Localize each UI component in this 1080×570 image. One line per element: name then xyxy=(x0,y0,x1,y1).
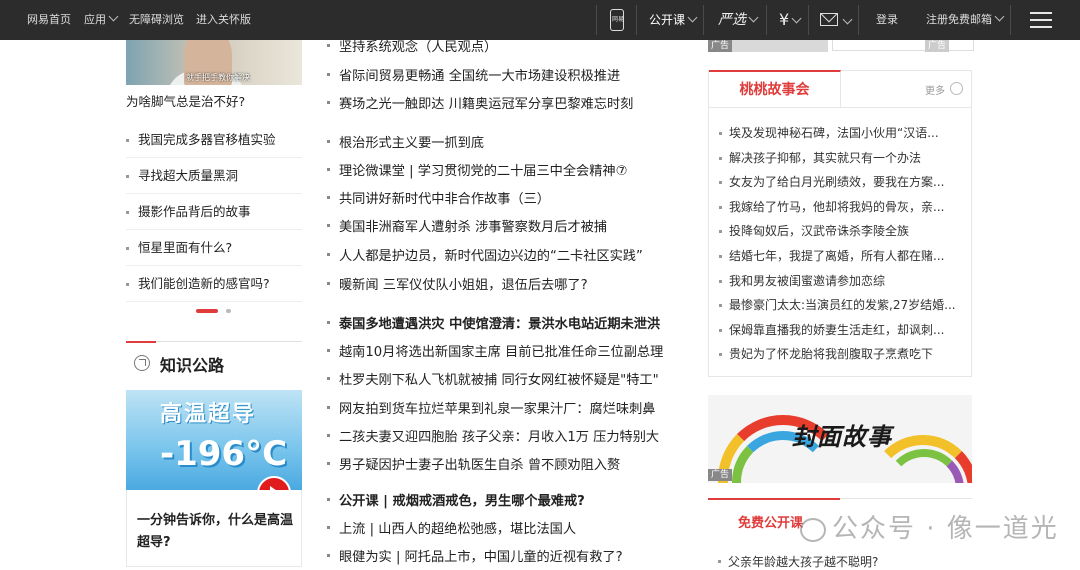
nav-elder-mode-link[interactable]: 进入关怀版 xyxy=(196,0,251,40)
headline-link[interactable]: 根治形式主义要一抓到底 xyxy=(327,132,484,151)
carousel-dot-active[interactable] xyxy=(196,309,218,313)
list-item[interactable]: 我嫁给了竹马，他却将我妈的骨灰，亲... xyxy=(719,195,965,220)
list-item[interactable]: 寻找超大质量黑洞 xyxy=(126,158,302,194)
headline-link[interactable]: 网友拍到货车拉烂苹果到礼泉一家果汁厂：腐烂味刺鼻 xyxy=(327,398,656,417)
story-panel: 桃桃故事会 更多 埃及发现神秘石碑，法国小伙用“汉语... 解决孩子抑郁，其实就… xyxy=(708,70,972,377)
ad-side-label: 广告 xyxy=(925,40,950,52)
list-item[interactable]: 贵妃为了怀龙胎将我剖腹取子烹煮吃下 xyxy=(719,342,965,367)
more-circle-icon[interactable] xyxy=(950,82,963,95)
cover-story-ad[interactable]: 封面故事 广告 xyxy=(708,395,972,483)
chevron-down-icon xyxy=(748,12,759,23)
register-email-menu[interactable]: 注册免费邮箱 xyxy=(926,0,1005,40)
thumbnail-temperature: -196°C xyxy=(160,434,288,474)
top-navigation-bar: 网易首页 应用 无障碍浏览 进入关怀版 网易 公开课 严选 ¥ 登录 注册免费邮… xyxy=(0,0,1080,40)
headline-link[interactable]: 二孩夫妻又迎四胞胎 孩子父亲：月收入1万 压力特别大 xyxy=(327,426,659,445)
login-link[interactable]: 登录 xyxy=(876,0,898,40)
list-item[interactable]: 解决孩子抑郁，其实就只有一个办法 xyxy=(719,146,965,171)
headline-link[interactable]: 男子疑因护士妻子出轨医生自杀 曾不顾劝阻入赘 xyxy=(327,454,620,473)
watermark-text: 公众号 · 像一道光 xyxy=(832,514,1059,544)
list-item[interactable]: 我们能创造新的感官吗? xyxy=(126,266,302,302)
nav-apps-label: 应用 xyxy=(84,13,106,26)
thumbnail-headline: 高温超导 xyxy=(160,402,257,427)
watermark: 公众号 · 像一道光 xyxy=(800,508,1059,545)
headline-link[interactable]: 美国非洲裔军人遭射杀 涉事警察数月后才被捕 xyxy=(327,216,607,235)
list-item[interactable]: 恒星里面有什么? xyxy=(126,230,302,266)
headline-link[interactable]: 理论微课堂 | 学习贯彻党的二十届三中全会精神⑦ xyxy=(327,160,627,179)
nav-yanxuan-menu[interactable]: 严选 xyxy=(718,0,759,40)
chevron-down-icon xyxy=(687,12,698,23)
list-item[interactable]: 我和男友被闺蜜邀请参加恋综 xyxy=(719,269,965,294)
more-link[interactable]: 更多 xyxy=(925,82,945,97)
headline-link[interactable]: 赛场之光一触即达 川籍奥运冠军分享巴黎难忘时刻 xyxy=(327,93,633,112)
list-item[interactable]: 埃及发现神秘石碑，法国小伙用“汉语... xyxy=(719,121,965,146)
list-item[interactable]: 女友为了给白月光刷绩效，要我在方案... xyxy=(719,170,965,195)
open-course-label: 公开课 xyxy=(649,13,686,27)
story-list: 埃及发现神秘石碑，法国小伙用“汉语... 解决孩子抑郁，其实就只有一个办法 女友… xyxy=(719,121,965,367)
headline-link[interactable]: 人人都是护边员，新时代固边兴边的“二卡社区实践” xyxy=(327,245,643,264)
headline-link[interactable]: 越南10月将选出新国家主席 目前已批准任命三位副总理 xyxy=(327,341,663,360)
list-item[interactable]: 结婚七年，我提了离婚，所有人都在赌... xyxy=(719,244,965,269)
divider xyxy=(596,5,597,35)
headline-link[interactable]: 眼健为实 | 阿托品上市，中国儿童的近视有救了? xyxy=(327,546,623,565)
section-divider xyxy=(126,341,302,343)
divider xyxy=(858,5,859,35)
science-topic-list: 我国完成多器官移植实验 寻找超大质量黑洞 摄影作品背后的故事 恒星里面有什么? … xyxy=(126,122,302,302)
divider xyxy=(1010,5,1011,35)
nav-accessible-link[interactable]: 无障碍浏览 xyxy=(129,0,184,40)
chevron-down-icon xyxy=(791,13,802,24)
headline-link-featured[interactable]: 公开课 | 戒烟戒酒戒色，男生哪个最难戒? xyxy=(327,490,585,509)
list-item[interactable]: 投降匈奴后，汉武帝诛杀李陵全族 xyxy=(719,219,965,244)
nav-pay-menu[interactable]: ¥ xyxy=(779,0,802,40)
chevron-down-icon xyxy=(108,11,119,22)
play-icon[interactable] xyxy=(257,476,291,490)
section-title: 知识公路 xyxy=(160,356,225,375)
ad-side-box: 广告 xyxy=(832,40,974,52)
divider xyxy=(808,5,809,35)
top-ad-banner[interactable]: 广告 广告 xyxy=(708,40,974,52)
mail-icon[interactable] xyxy=(820,13,838,26)
ad-label: 广告 xyxy=(708,40,733,52)
divider xyxy=(703,5,704,35)
list-item[interactable]: 最惨豪门太太:当演员红的发紫,27岁结婚... xyxy=(719,293,965,318)
free-course-label: 免费公开课 xyxy=(738,516,804,531)
knowledge-road-icon xyxy=(134,355,150,371)
divider xyxy=(636,5,637,35)
headline-link[interactable]: 省际间贸易更畅通 全国统一大市场建设积极推进 xyxy=(327,65,620,84)
cover-story-title: 封面故事 xyxy=(792,423,892,451)
list-item[interactable]: 父亲年龄越大孩子越不聪明? xyxy=(718,553,878,570)
list-item[interactable]: 我国完成多器官移植实验 xyxy=(126,122,302,158)
superconductor-video-thumbnail[interactable]: 高温超导 -196°C xyxy=(126,390,302,490)
list-item[interactable]: 保姆靠直播我的娇妻生活走红，却讽刺... xyxy=(719,318,965,343)
thumbnail-caption: 就手把手教你解决 xyxy=(186,73,250,82)
headline-link[interactable]: 坚持系统观念（人民观点） xyxy=(327,36,497,55)
video-thumbnail[interactable]: 就手把手教你解决 xyxy=(126,40,302,85)
hamburger-menu-icon[interactable] xyxy=(1030,12,1052,28)
nav-apps-menu[interactable]: 应用 xyxy=(84,0,119,40)
headline-link[interactable]: 暖新闻 三军仪仗队小姐姐，退伍后去哪了? xyxy=(327,274,588,293)
headline-link[interactable]: 共同讲好新时代中非合作故事（三） xyxy=(327,188,550,207)
video-card-title[interactable]: 一分钟告诉你，什么是高温超导? xyxy=(137,510,297,554)
headline-link[interactable]: 杜罗夫刚下私人飞机就被捕 同行女网红被怀疑是"特工" xyxy=(327,369,659,388)
carousel-dot[interactable] xyxy=(226,309,231,313)
tab-story[interactable]: 桃桃故事会 xyxy=(709,70,841,107)
nav-home-link[interactable]: 网易首页 xyxy=(27,0,71,40)
wechat-icon xyxy=(800,517,826,542)
yuan-icon: ¥ xyxy=(779,10,790,29)
chevron-down-icon xyxy=(994,11,1005,22)
nav-open-course-menu[interactable]: 公开课 xyxy=(649,0,698,40)
list-item[interactable]: 摄影作品背后的故事 xyxy=(126,194,302,230)
yanxuan-logo: 严选 xyxy=(718,12,746,28)
video-card: 一分钟告诉你，什么是高温超导? xyxy=(126,490,302,567)
headline-link[interactable]: 上流 | 山西人的超绝松弛感，堪比法国人 xyxy=(327,518,576,537)
video-title-link[interactable]: 为啥脚气总是治不好? xyxy=(126,91,245,110)
mobile-label: 网易 xyxy=(612,16,625,23)
ad-label: 广告 xyxy=(708,469,733,481)
headline-link-featured[interactable]: 泰国多地遭遇洪灾 中使馆澄清：景洪水电站近期未泄洪 xyxy=(327,313,660,332)
register-label: 注册免费邮箱 xyxy=(926,13,992,26)
chevron-down-icon xyxy=(842,14,853,25)
divider xyxy=(766,5,767,35)
